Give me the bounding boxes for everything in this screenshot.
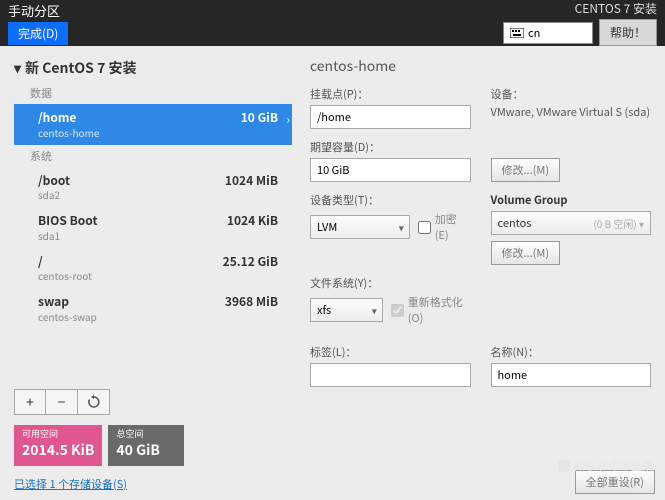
mountpoint-field: 挂载点(P)： bbox=[310, 86, 471, 129]
encrypt-checkbox[interactable] bbox=[418, 221, 431, 234]
space-summary: 可用空间 2014.5 KiB 总空间 40 GiB bbox=[14, 425, 292, 466]
partition-size: 10 GiB bbox=[241, 110, 278, 126]
total-space-box: 总空间 40 GiB bbox=[108, 425, 184, 466]
total-space-value: 40 GiB bbox=[116, 440, 176, 460]
partition-item-home[interactable]: /home centos-home 10 GiB › bbox=[14, 104, 292, 145]
filesystem-field: 文件系统(Y)： 重新格式化(O) bbox=[310, 275, 471, 326]
partition-tree-panel: ▾ 新 CentOS 7 安装 数据 /home centos-home 10 … bbox=[0, 46, 300, 500]
mountpoint-label: 挂载点(P)： bbox=[310, 86, 471, 102]
label-field: 标签(L)： bbox=[310, 344, 471, 387]
partition-item-root[interactable]: / centos-root 25.12 GiB bbox=[14, 248, 292, 289]
encrypt-label: 加密(E) bbox=[435, 211, 471, 243]
storage-devices-link[interactable]: 已选择 1 个存储设备(S) bbox=[14, 476, 292, 492]
caret-down-icon: ▾ bbox=[14, 58, 21, 78]
partition-item-boot[interactable]: /boot sda2 1024 MiB bbox=[14, 167, 292, 208]
add-partition-button[interactable]: + bbox=[14, 389, 46, 415]
device-label: 设备： bbox=[491, 86, 652, 102]
zhihu-icon bbox=[558, 460, 570, 472]
device-modify-field: 修改...(M) bbox=[491, 158, 652, 182]
tree-header[interactable]: ▾ 新 CentOS 7 安装 bbox=[14, 54, 292, 82]
device-text: VMware, VMware Virtual S (sda) bbox=[491, 105, 652, 120]
partition-item-biosboot[interactable]: BIOS Boot sda1 1024 KiB bbox=[14, 207, 292, 248]
mountpoint-input[interactable] bbox=[310, 105, 471, 129]
namefield-label: 名称(N)： bbox=[491, 344, 652, 360]
partition-size: 3968 MiB bbox=[225, 294, 278, 310]
label-input[interactable] bbox=[310, 363, 471, 387]
partition-size: 1024 KiB bbox=[227, 213, 278, 229]
volume-group-field: Volume Group centos (0 B 空闲) ▾ 修改...(M) bbox=[491, 192, 652, 265]
total-space-label: 总空间 bbox=[116, 429, 176, 440]
install-title: CENTOS 7 安装 bbox=[575, 0, 657, 17]
partition-subname: centos-swap bbox=[38, 310, 284, 323]
partition-list: 数据 /home centos-home 10 GiB › 系统 /boot s… bbox=[14, 82, 292, 385]
modify-vg-button[interactable]: 修改...(M) bbox=[491, 241, 561, 265]
help-button[interactable]: 帮助！ bbox=[599, 19, 657, 46]
desired-capacity-label: 期望容量(D)： bbox=[310, 139, 471, 155]
name-field: 名称(N)： bbox=[491, 344, 652, 387]
group-data-label: 数据 bbox=[14, 82, 292, 104]
chevron-right-icon: › bbox=[286, 112, 290, 128]
page-title: 手动分区 bbox=[8, 1, 503, 20]
labelfield-label: 标签(L)： bbox=[310, 344, 471, 360]
partition-toolbar: + − bbox=[14, 389, 292, 415]
top-bar: 手动分区 完成(D) CENTOS 7 安装 cn 帮助！ bbox=[0, 0, 665, 46]
partition-subname: centos-home bbox=[38, 126, 284, 139]
partition-size: 1024 MiB bbox=[225, 173, 278, 189]
reformat-label: 重新格式化(O) bbox=[408, 294, 471, 326]
group-system-label: 系统 bbox=[14, 145, 292, 167]
partition-subname: sda2 bbox=[38, 188, 284, 201]
desired-capacity-field: 期望容量(D)： bbox=[310, 139, 471, 182]
reload-button[interactable] bbox=[78, 389, 110, 415]
detail-heading: centos-home bbox=[310, 56, 651, 76]
filesystem-label: 文件系统(Y)： bbox=[310, 275, 471, 291]
partition-subname: sda1 bbox=[38, 229, 284, 242]
volume-group-label: Volume Group bbox=[491, 192, 652, 208]
vg-free: (0 B 空闲) bbox=[593, 216, 636, 231]
partition-item-swap[interactable]: swap centos-swap 3968 MiB bbox=[14, 288, 292, 329]
partition-subname: centos-root bbox=[38, 269, 284, 282]
available-space-label: 可用空间 bbox=[22, 429, 94, 440]
device-type-select[interactable] bbox=[310, 215, 410, 239]
vg-name: centos bbox=[498, 215, 532, 231]
volume-group-select[interactable]: centos (0 B 空闲) ▾ bbox=[491, 211, 652, 235]
keyboard-layout-code: cn bbox=[528, 25, 540, 41]
done-button[interactable]: 完成(D) bbox=[8, 22, 68, 45]
filesystem-select[interactable] bbox=[310, 298, 383, 322]
keyboard-layout-selector[interactable]: cn bbox=[503, 22, 593, 44]
tree-title: 新 CentOS 7 安装 bbox=[25, 58, 137, 78]
keyboard-icon bbox=[510, 28, 524, 38]
device-type-field: 设备类型(T)： 加密(E) bbox=[310, 192, 471, 265]
partition-detail-panel: centos-home 挂载点(P)： 设备： VMware, VMware V… bbox=[300, 46, 665, 500]
modify-device-button[interactable]: 修改...(M) bbox=[491, 158, 561, 182]
device-field: 设备： VMware, VMware Virtual S (sda) bbox=[491, 86, 652, 129]
partition-size: 25.12 GiB bbox=[223, 254, 278, 270]
desired-capacity-input[interactable] bbox=[310, 158, 471, 182]
available-space-box: 可用空间 2014.5 KiB bbox=[14, 425, 102, 466]
device-type-label: 设备类型(T)： bbox=[310, 192, 471, 208]
reload-icon bbox=[87, 395, 101, 409]
available-space-value: 2014.5 KiB bbox=[22, 440, 94, 460]
reformat-checkbox bbox=[391, 304, 404, 317]
reset-all-button[interactable]: 全部重设(R) bbox=[575, 470, 655, 494]
main-area: ▾ 新 CentOS 7 安装 数据 /home centos-home 10 … bbox=[0, 46, 665, 500]
name-input[interactable] bbox=[491, 363, 652, 387]
remove-partition-button[interactable]: − bbox=[46, 389, 78, 415]
